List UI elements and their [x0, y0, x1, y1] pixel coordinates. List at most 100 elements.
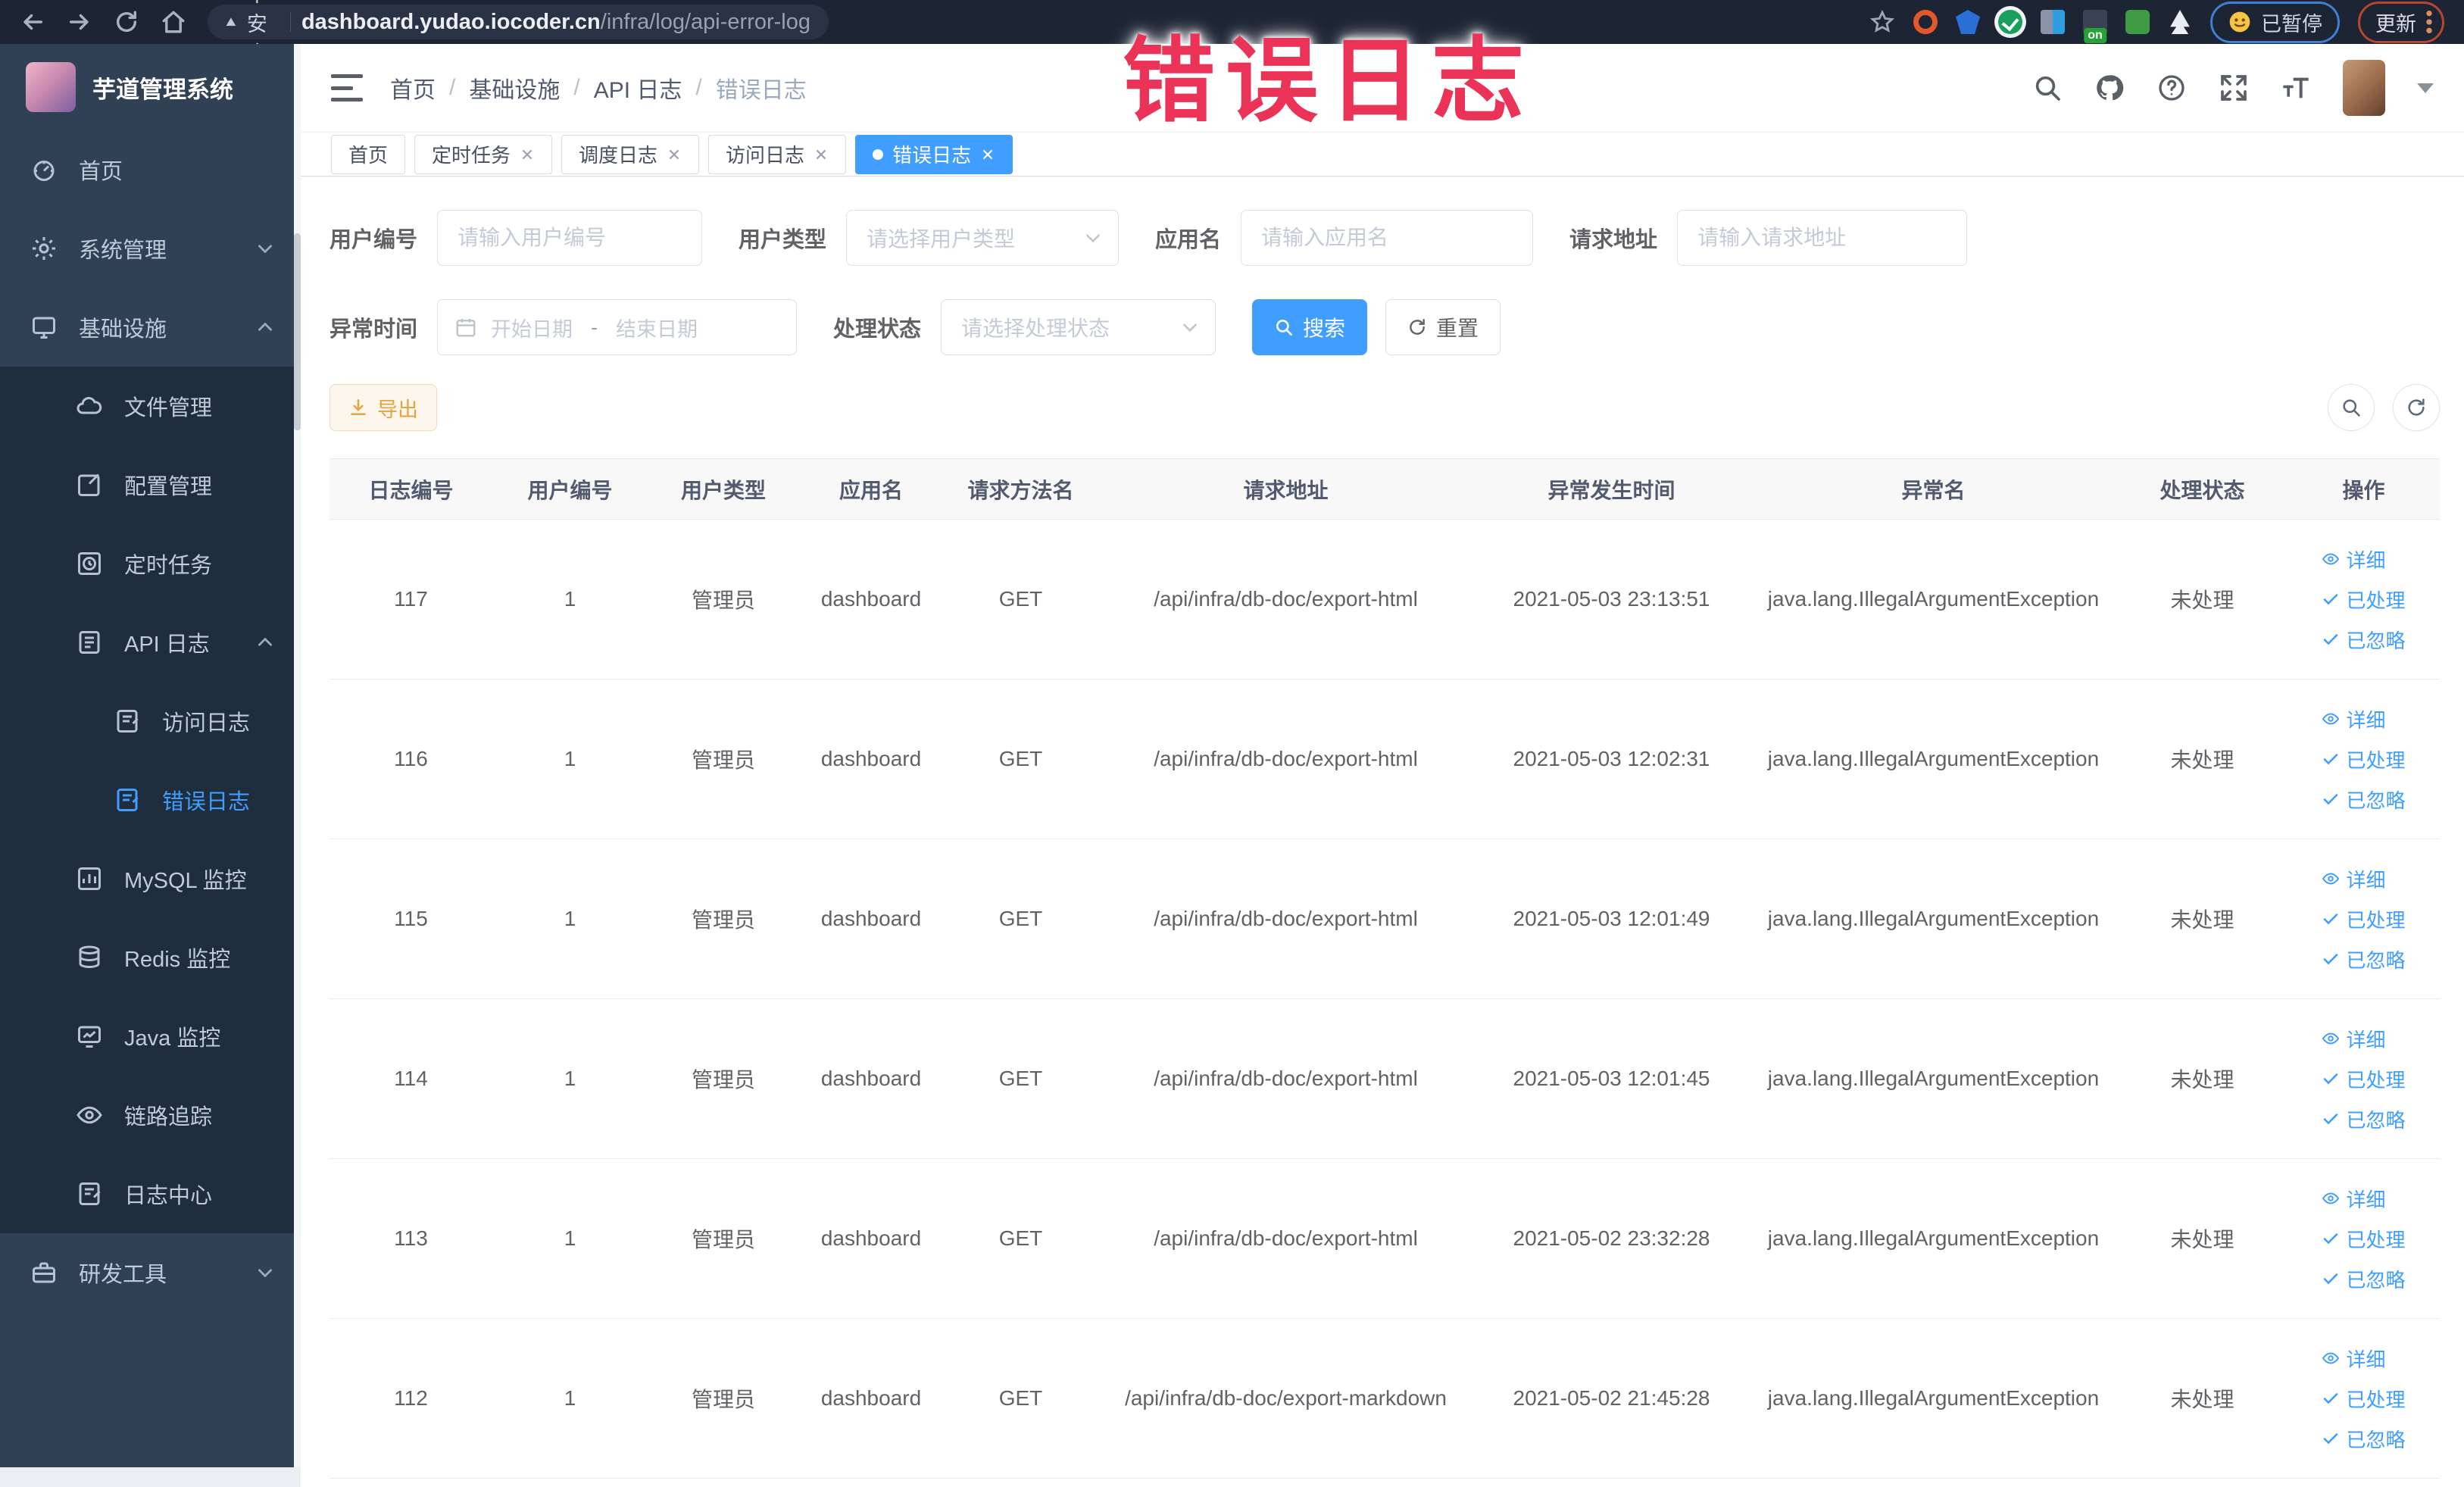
mark-ignored-link[interactable]: 已忽略	[2322, 945, 2406, 973]
detail-link[interactable]: 详细	[2322, 1025, 2386, 1053]
mark-ignored-link[interactable]: 已忽略	[2322, 1265, 2406, 1293]
update-button[interactable]: 更新	[2358, 1, 2444, 43]
sidebar-item-access-log[interactable]: 访问日志	[0, 682, 301, 761]
sidebar-item-config-mgmt[interactable]: 配置管理	[0, 445, 301, 524]
reset-button-label: 重置	[1436, 317, 1479, 340]
cell-method: GET	[943, 1318, 1098, 1479]
sidebar-item-mysql-monitor[interactable]: MySQL 监控	[0, 839, 301, 918]
sidebar-item-java-monitor[interactable]: Java 监控	[0, 997, 301, 1076]
cell-log-id: 115	[329, 839, 492, 999]
mark-ignored-link[interactable]: 已忽略	[2322, 1425, 2406, 1453]
hamburger-icon[interactable]	[331, 74, 363, 102]
back-icon[interactable]	[20, 9, 45, 35]
extension-adblock-icon[interactable]	[1913, 10, 1938, 34]
reload-icon[interactable]	[114, 9, 139, 35]
refresh-table-button[interactable]	[2393, 384, 2440, 431]
sidebar-item-tracing[interactable]: 链路追踪	[0, 1076, 301, 1154]
mark-ignored-link[interactable]: 已忽略	[2322, 786, 2406, 814]
sidebar-item-api-log[interactable]: API 日志	[0, 603, 301, 682]
avatar-caret-icon[interactable]	[2417, 83, 2434, 93]
address-bar[interactable]: 不安全 dashboard.yudao.iocoder.cn/infra/log…	[208, 0, 829, 65]
detail-link[interactable]: 详细	[2322, 705, 2386, 733]
breadcrumb-api-log[interactable]: API 日志	[594, 71, 682, 105]
check-icon	[2324, 914, 2338, 925]
sidebar-item-label: 文件管理	[124, 396, 213, 420]
extension-tree-icon[interactable]	[2170, 10, 2190, 34]
detail-link[interactable]: 详细	[2322, 545, 2386, 573]
home-icon[interactable]	[161, 9, 186, 35]
search-icon[interactable]	[2032, 73, 2063, 103]
search-button[interactable]: 搜索	[1252, 299, 1368, 355]
update-button-label: 更新	[2375, 12, 2416, 36]
select-placeholder: 请选择用户类型	[867, 227, 1016, 251]
request-url-input[interactable]	[1677, 210, 1968, 266]
detail-link[interactable]: 详细	[2322, 865, 2386, 893]
sidebar-item-label: Redis 监控	[124, 948, 231, 972]
cell-exception: java.lang.IllegalArgumentException	[1750, 1318, 2117, 1479]
hide-search-button[interactable]	[2328, 384, 2375, 431]
sidebar-item-file-mgmt[interactable]: 文件管理	[0, 367, 301, 445]
export-button[interactable]: 导出	[329, 384, 437, 431]
sidebar-item-error-log[interactable]: 错误日志	[0, 761, 301, 839]
sidebar-item-log-center[interactable]: 日志中心	[0, 1154, 301, 1233]
breadcrumb-infrastructure[interactable]: 基础设施	[469, 71, 560, 105]
tab-close-icon[interactable]	[667, 147, 682, 162]
detail-link[interactable]: 详细	[2322, 1345, 2386, 1373]
help-icon[interactable]	[2156, 73, 2187, 103]
reset-button[interactable]: 重置	[1385, 299, 1501, 355]
sidebar-item-dev-tools[interactable]: 研发工具	[0, 1233, 301, 1312]
tab-home[interactable]: 首页	[331, 134, 406, 174]
eye-icon	[2322, 873, 2340, 885]
mark-handled-link[interactable]: 已处理	[2322, 1225, 2406, 1253]
font-size-icon[interactable]	[2281, 73, 2311, 103]
mark-handled-link[interactable]: 已处理	[2322, 905, 2406, 933]
mark-handled-link[interactable]: 已处理	[2322, 745, 2406, 773]
extension-script-icon[interactable]: on	[2083, 10, 2107, 43]
tab-close-icon[interactable]	[520, 147, 535, 162]
sidebar-logo[interactable]: 芋道管理系统	[0, 44, 301, 130]
check-icon	[2324, 1073, 2338, 1085]
tab-close-icon[interactable]	[814, 147, 829, 162]
extension-check-icon[interactable]	[1998, 10, 2022, 34]
bookmark-star-icon[interactable]	[1869, 9, 1895, 35]
browser-menu-icon[interactable]	[2425, 9, 2433, 35]
sidebar-item-system-mgmt[interactable]: 系统管理	[0, 209, 301, 288]
cell-actions: 详细 已处理 已忽略	[2288, 1318, 2440, 1479]
sidebar-item-redis-monitor[interactable]: Redis 监控	[0, 918, 301, 997]
tab-schedule-log[interactable]: 调度日志	[561, 134, 700, 174]
tab-close-icon[interactable]	[980, 147, 995, 162]
breadcrumb-home[interactable]: 首页	[390, 71, 436, 105]
extension-shield-icon[interactable]	[1956, 10, 1980, 34]
tab-error-log[interactable]: 错误日志	[855, 134, 1013, 174]
sidebar-scrollbar-thumb[interactable]	[294, 233, 301, 430]
github-icon[interactable]	[2094, 73, 2125, 103]
user-id-input[interactable]	[437, 210, 703, 266]
screen: 不安全 dashboard.yudao.iocoder.cn/infra/log…	[0, 0, 2464, 1487]
mark-ignored-link[interactable]: 已忽略	[2322, 626, 2406, 654]
user-type-select[interactable]: 请选择用户类型	[846, 210, 1120, 266]
app-name-input[interactable]	[1241, 210, 1534, 266]
sidebar-hscrollbar[interactable]	[0, 1467, 301, 1487]
url-text[interactable]: dashboard.yudao.iocoder.cn/infra/log/api…	[301, 10, 810, 35]
extension-grid-icon[interactable]	[2041, 10, 2065, 34]
export-button-label: 导出	[377, 398, 418, 421]
tab-access-log[interactable]: 访问日志	[708, 134, 847, 174]
sidebar-item-home[interactable]: 首页	[0, 130, 301, 209]
sidebar-item-infrastructure[interactable]: 基础设施	[0, 288, 301, 367]
fullscreen-icon[interactable]	[2219, 73, 2249, 103]
detail-link[interactable]: 详细	[2322, 1185, 2386, 1213]
paused-badge[interactable]: 已暂停	[2210, 1, 2340, 43]
cell-actions: 详细 已处理 已忽略	[2288, 998, 2440, 1159]
extension-sprout-icon[interactable]	[2125, 10, 2150, 34]
tab-scheduled-tasks[interactable]: 定时任务	[414, 134, 553, 174]
sidebar-scrollbar-track[interactable]	[294, 44, 301, 1467]
mark-handled-link[interactable]: 已处理	[2322, 586, 2406, 614]
process-status-select[interactable]: 请选择处理状态	[941, 299, 1216, 355]
mark-ignored-link[interactable]: 已忽略	[2322, 1105, 2406, 1133]
forward-icon[interactable]	[67, 9, 92, 35]
sidebar-item-scheduled-tasks[interactable]: 定时任务	[0, 524, 301, 603]
date-range-input[interactable]: 开始日期 - 结束日期	[437, 299, 798, 355]
user-avatar[interactable]	[2343, 60, 2385, 116]
mark-handled-link[interactable]: 已处理	[2322, 1385, 2406, 1413]
mark-handled-link[interactable]: 已处理	[2322, 1065, 2406, 1093]
